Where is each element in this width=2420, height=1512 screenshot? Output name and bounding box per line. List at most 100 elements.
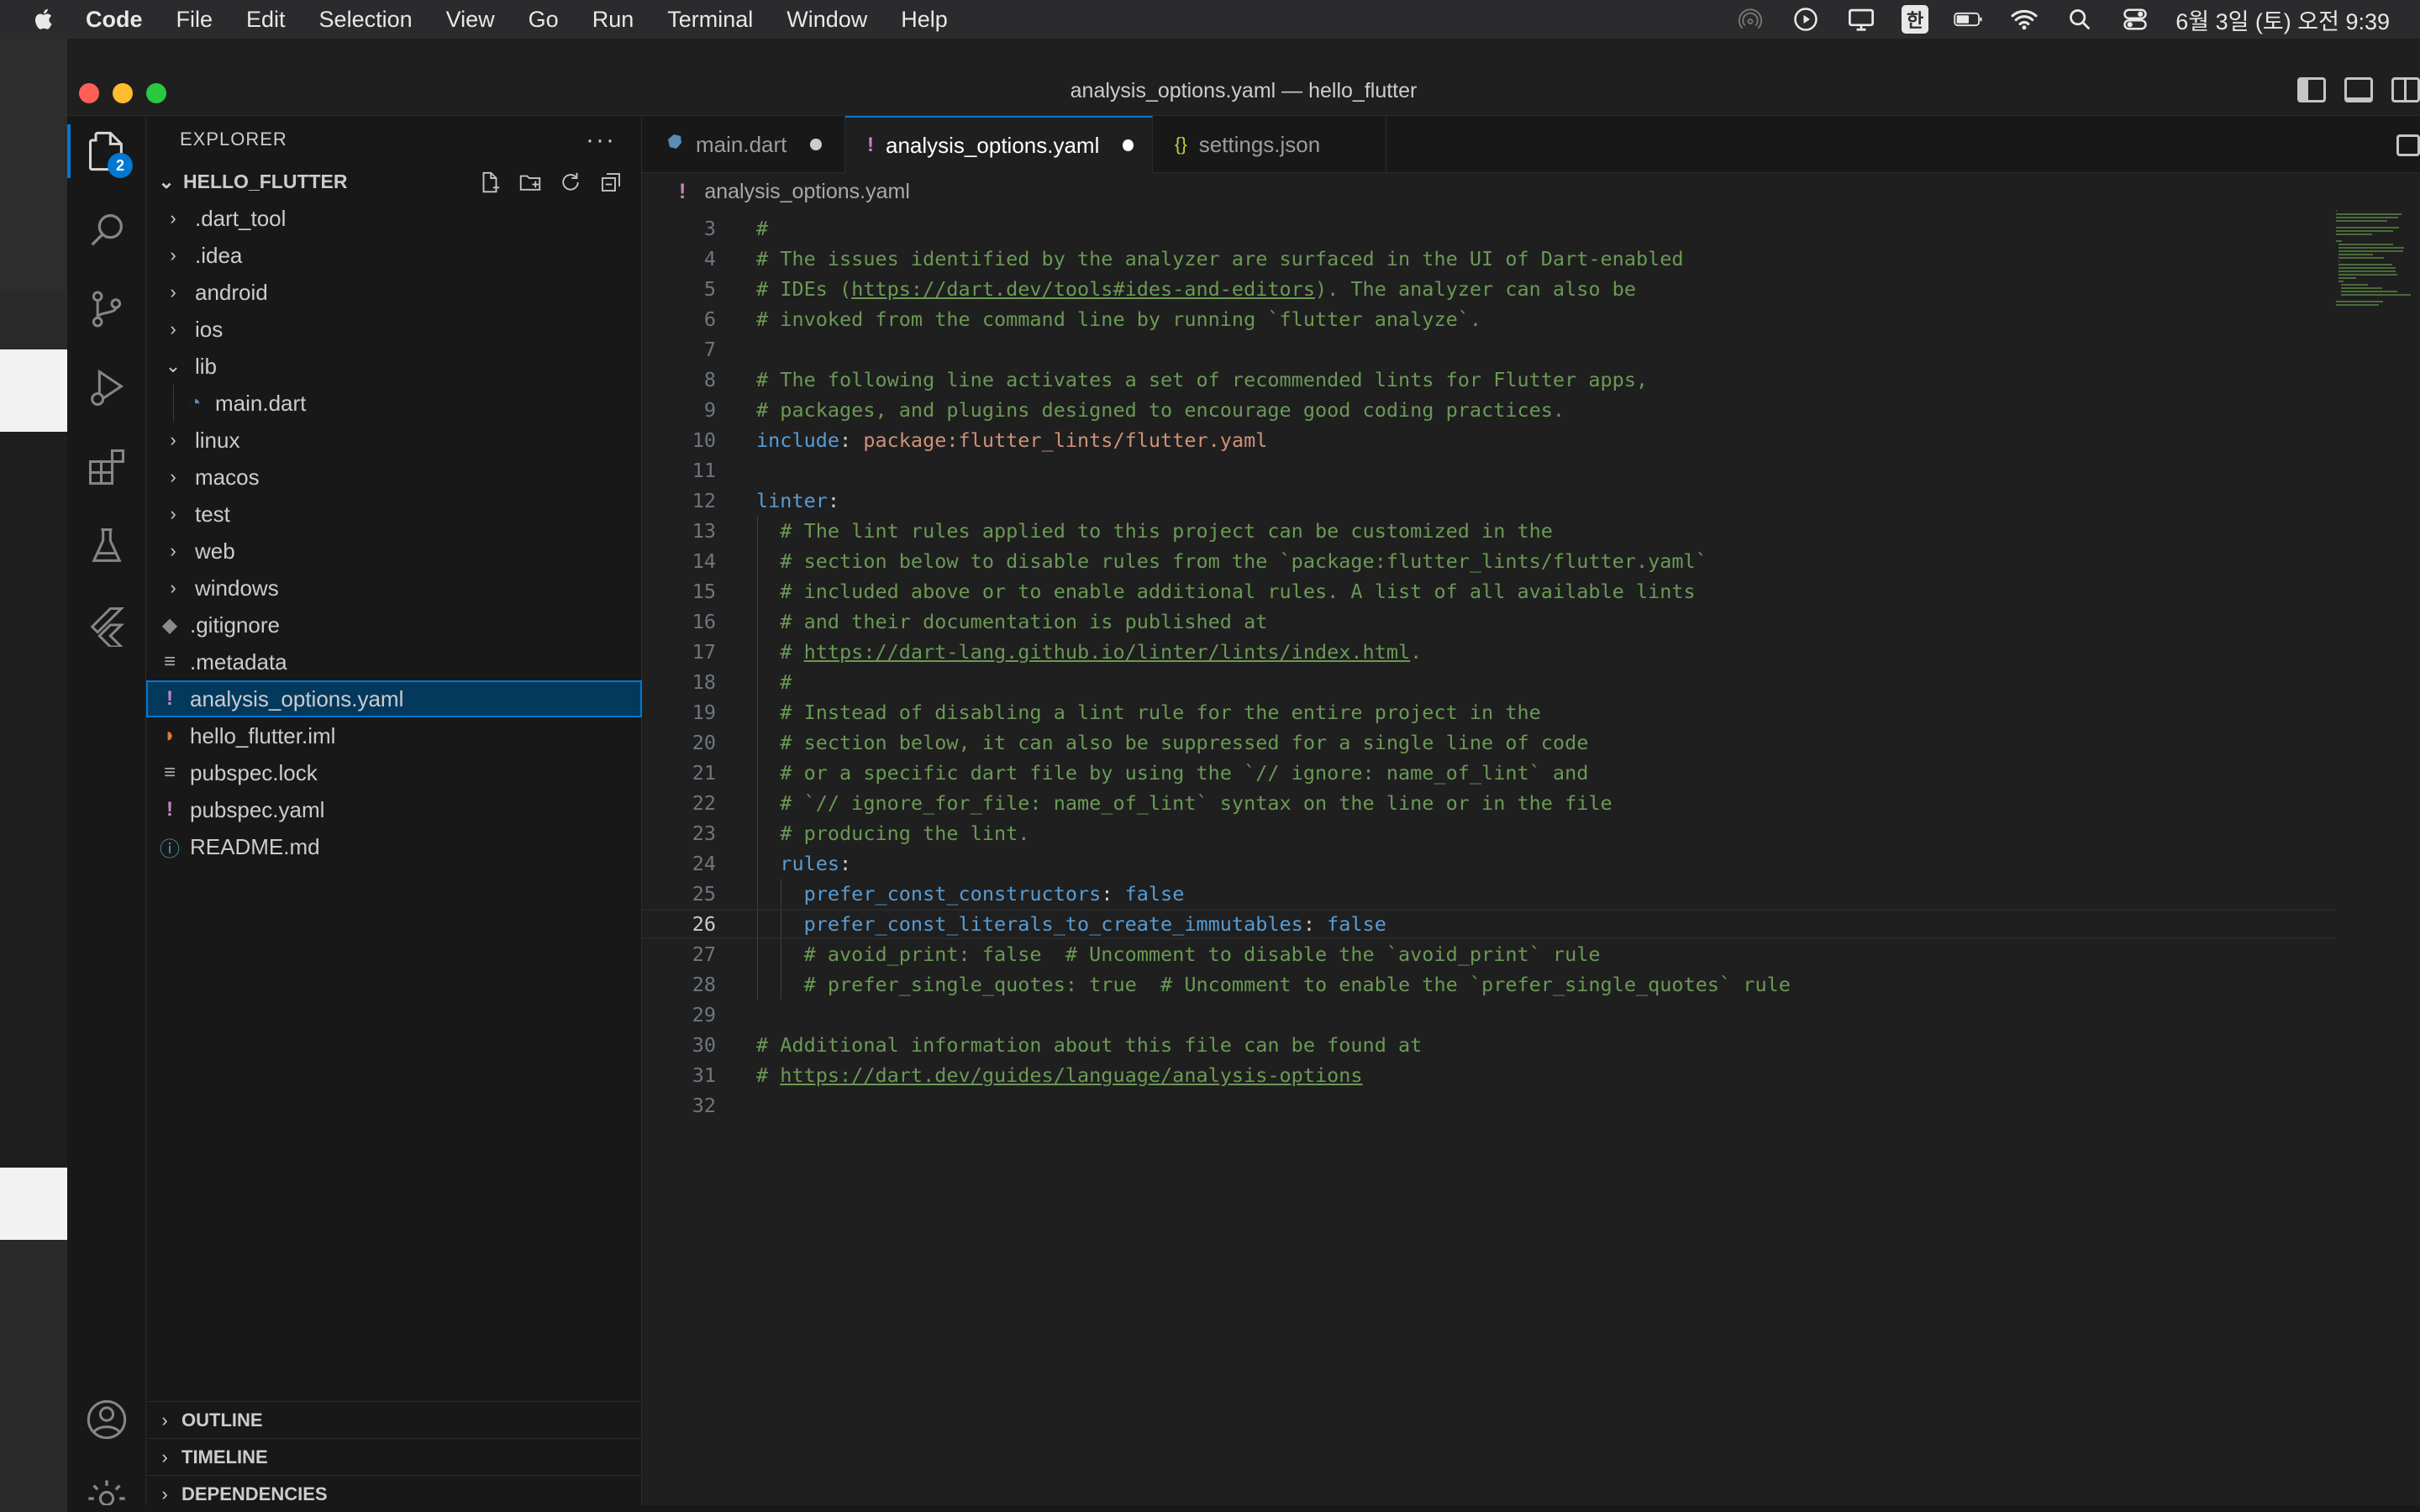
apple-logo-icon[interactable]	[32, 7, 57, 32]
tree-file[interactable]: ◆ .gitignore	[146, 606, 642, 643]
code-line[interactable]: 26 prefer_const_literals_to_create_immuta…	[642, 909, 2336, 941]
toggle-primary-sidebar-icon[interactable]	[2297, 77, 2326, 102]
testing-activity[interactable]	[67, 511, 146, 581]
code-line[interactable]: 14 # section below to disable rules from …	[642, 546, 2336, 576]
code-line[interactable]: 20 # section below, it can also be suppre…	[642, 727, 2336, 758]
tree-file[interactable]: ◔ main.dart	[146, 385, 642, 422]
code-line[interactable]: 5 # IDEs (https://dart.dev/tools#ides-and…	[642, 274, 2336, 304]
menu-file[interactable]: File	[176, 7, 213, 33]
input-source-indicator[interactable]: 한	[1901, 5, 1929, 34]
code-line[interactable]: 19 # Instead of disabling a lint rule for…	[642, 697, 2336, 727]
source-control-activity[interactable]	[67, 274, 146, 344]
menu-run[interactable]: Run	[592, 7, 634, 33]
tree-folder[interactable]: › web	[146, 533, 642, 570]
code-line[interactable]: 7	[642, 334, 2336, 365]
breadcrumb-file[interactable]: analysis_options.yaml	[704, 180, 910, 204]
unsaved-indicator[interactable]	[810, 139, 823, 150]
code-line[interactable]: 3 #	[642, 213, 2336, 244]
toggle-panel-icon[interactable]	[2344, 77, 2373, 102]
more-actions-icon[interactable]: ···	[586, 126, 616, 155]
tree-folder[interactable]: › .dart_tool	[146, 200, 642, 237]
tree-folder[interactable]: › linux	[146, 422, 642, 459]
code-line[interactable]: 6 # invoked from the command line by runn…	[642, 304, 2336, 334]
tree-folder[interactable]: › test	[146, 496, 642, 533]
tree-folder[interactable]: › ios	[146, 311, 642, 348]
menu-app-code[interactable]: Code	[86, 7, 143, 33]
breadcrumb[interactable]: ! analysis_options.yaml	[642, 173, 2420, 210]
wifi-icon[interactable]	[2009, 7, 2039, 32]
tree-folder[interactable]: › macos	[146, 459, 642, 496]
code-line[interactable]: 27 # avoid_print: false # Uncomment to di…	[642, 939, 2336, 969]
accounts-activity[interactable]	[67, 1384, 146, 1455]
code-line[interactable]: 16 # and their documentation is published…	[642, 606, 2336, 637]
menu-bar-clock[interactable]: 6월 3일 (토) 오전 9:39	[2175, 3, 2390, 36]
new-file-icon[interactable]	[477, 170, 502, 195]
tree-file[interactable]: ≡ .metadata	[146, 643, 642, 680]
code-line[interactable]: 10 include: package:flutter_lints/flutter…	[642, 425, 2336, 455]
menu-help[interactable]: Help	[901, 7, 948, 33]
tree-file[interactable]: ! analysis_options.yaml	[146, 680, 642, 717]
code-line[interactable]: 8 # The following line activates a set of…	[642, 365, 2336, 395]
collapse-all-icon[interactable]	[598, 170, 623, 195]
tab-settings-json[interactable]: {} settings.json	[1153, 116, 1386, 173]
code-line[interactable]: 11	[642, 455, 2336, 486]
timeline-panel-header[interactable]: › TIMELINE	[146, 1438, 642, 1475]
code-line[interactable]: 29	[642, 1000, 2336, 1030]
tab-main-dart[interactable]: main.dart	[642, 116, 845, 173]
toggle-secondary-sidebar-icon[interactable]	[2391, 77, 2420, 102]
code-line[interactable]: 15 # included above or to enable addition…	[642, 576, 2336, 606]
tree-file[interactable]: ! pubspec.yaml	[146, 791, 642, 828]
code-line[interactable]: 25 prefer_const_constructors: false	[642, 879, 2336, 909]
tree-file[interactable]: ⓘ README.md	[146, 828, 642, 865]
tree-folder[interactable]: ⌄ lib	[146, 348, 642, 385]
tree-folder[interactable]: › windows	[146, 570, 642, 606]
airdrop-icon[interactable]	[1735, 7, 1765, 32]
control-center-icon[interactable]	[2120, 7, 2150, 32]
menu-view[interactable]: View	[446, 7, 495, 33]
menu-edit[interactable]: Edit	[246, 7, 286, 33]
code-link[interactable]: https://dart-lang.github.io/linter/lints…	[804, 640, 1411, 664]
split-editor-icon[interactable]	[2396, 134, 2420, 156]
flutter-activity[interactable]	[67, 590, 146, 660]
play-circle-icon[interactable]	[1791, 7, 1821, 32]
code-line[interactable]: 31 # https://dart.dev/guides/language/ana…	[642, 1060, 2336, 1090]
outline-panel-header[interactable]: › OUTLINE	[146, 1401, 642, 1438]
code-line[interactable]: 12 linter:	[642, 486, 2336, 516]
tab-analysis-options[interactable]: ! analysis_options.yaml	[845, 116, 1153, 173]
code-editor[interactable]: 3 #4 # The issues identified by the analyz…	[642, 210, 2420, 1512]
tree-folder[interactable]: › .idea	[146, 237, 642, 274]
workspace-folder-header[interactable]: ⌄ HELLO_FLUTTER	[146, 163, 642, 200]
display-icon[interactable]	[1846, 7, 1876, 32]
code-line[interactable]: 21 # or a specific dart file by using the…	[642, 758, 2336, 788]
code-line[interactable]: 18 #	[642, 667, 2336, 697]
explorer-activity[interactable]: 2	[67, 116, 146, 186]
menu-go[interactable]: Go	[529, 7, 559, 33]
code-line[interactable]: 23 # producing the lint.	[642, 818, 2336, 848]
code-line[interactable]: 22 # `// ignore_for_file: name_of_lint` s…	[642, 788, 2336, 818]
code-line[interactable]: 30 # Additional information about this fi…	[642, 1030, 2336, 1060]
new-folder-icon[interactable]	[518, 170, 543, 195]
code-link[interactable]: https://dart.dev/guides/language/analysi…	[780, 1063, 1362, 1087]
minimap[interactable]	[2336, 210, 2412, 328]
code-line[interactable]: 24 rules:	[642, 848, 2336, 879]
tree-folder[interactable]: › android	[146, 274, 642, 311]
code-line[interactable]: 4 # The issues identified by the analyzer…	[642, 244, 2336, 274]
battery-icon[interactable]	[1954, 7, 1984, 32]
unsaved-indicator[interactable]	[1123, 139, 1134, 151]
run-debug-activity[interactable]	[67, 353, 146, 423]
search-activity[interactable]	[67, 195, 146, 265]
refresh-icon[interactable]	[558, 170, 583, 195]
spotlight-search-icon[interactable]	[2065, 7, 2095, 32]
menu-terminal[interactable]: Terminal	[667, 7, 753, 33]
code-line[interactable]: 17 # https://dart-lang.github.io/linter/l…	[642, 637, 2336, 667]
tree-file[interactable]: ◗ hello_flutter.iml	[146, 717, 642, 754]
code-line[interactable]: 28 # prefer_single_quotes: true # Uncomme…	[642, 969, 2336, 1000]
code-line[interactable]: 13 # The lint rules applied to this proje…	[642, 516, 2336, 546]
extensions-activity[interactable]	[67, 432, 146, 502]
code-line[interactable]: 9 # packages, and plugins designed to enc…	[642, 395, 2336, 425]
tree-file[interactable]: ≡ pubspec.lock	[146, 754, 642, 791]
code-link[interactable]: https://dart.dev/tools#ides-and-editors	[851, 277, 1315, 301]
menu-selection[interactable]: Selection	[319, 7, 413, 33]
code-line[interactable]: 32	[642, 1090, 2336, 1121]
menu-window[interactable]: Window	[786, 7, 867, 33]
